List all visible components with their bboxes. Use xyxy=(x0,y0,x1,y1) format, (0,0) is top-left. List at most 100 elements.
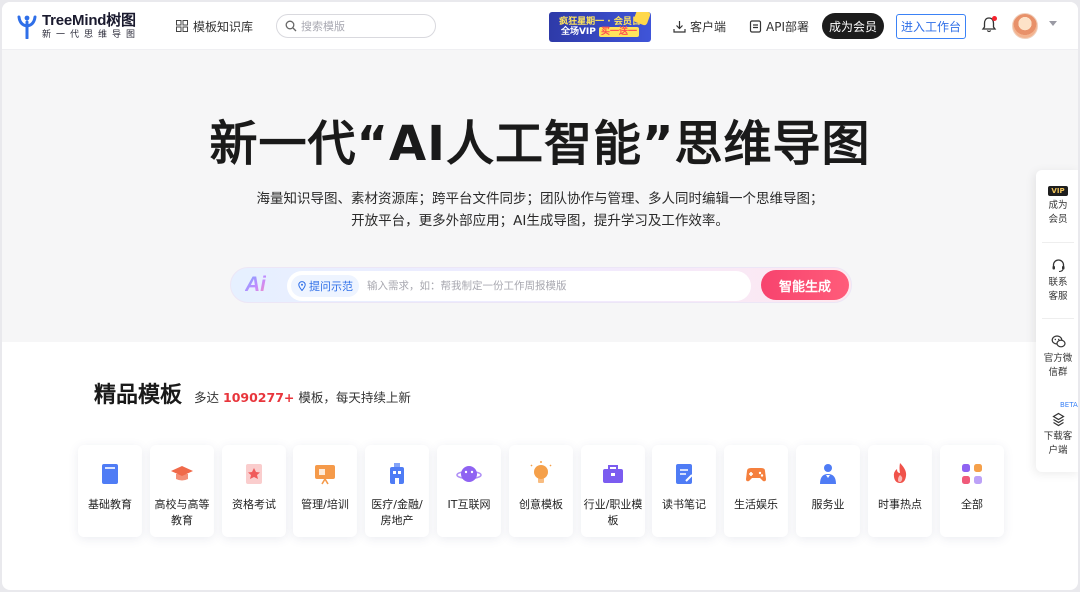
notification-dot xyxy=(992,16,997,21)
template-category-card[interactable]: 资格考试 xyxy=(222,445,286,537)
divider xyxy=(1042,318,1074,319)
promo-line2: 全场VIP 买一送一 xyxy=(560,27,640,37)
vip-badge: VIP xyxy=(1048,186,1068,196)
nav-template-library-label: 模板知识库 xyxy=(193,19,254,34)
template-category-card[interactable]: 高校与高等教育 xyxy=(150,445,214,537)
smart-generate-button[interactable]: 智能生成 xyxy=(761,270,849,300)
float-contact-support[interactable]: 联系客服 xyxy=(1036,258,1078,304)
beta-badge: BETA xyxy=(1060,401,1078,409)
template-category-card[interactable]: 管理/培训 xyxy=(293,445,357,537)
template-category-label: IT互联网 xyxy=(447,498,491,511)
template-category-label: 生活娱乐 xyxy=(734,498,778,511)
example-prompt-label: 提问示范 xyxy=(309,280,353,293)
graduation-cap-icon xyxy=(169,461,195,487)
promo-line2-a: 全场VIP xyxy=(560,27,596,37)
headset-icon xyxy=(1052,259,1064,273)
building-icon xyxy=(384,461,410,487)
api-icon xyxy=(749,19,762,33)
presentation-icon xyxy=(312,461,338,487)
template-category-card[interactable]: 行业/职业模板 xyxy=(581,445,645,537)
hero-title: 新一代“AI人工智能”思维导图 xyxy=(209,116,871,172)
example-prompt-chip[interactable]: 提问示范 xyxy=(291,275,359,297)
template-category-label: 管理/培训 xyxy=(301,498,349,511)
top-header: TreeMind树图 新一代思维导图 模板知识库 疯狂星期一 · 会员日 全 xyxy=(2,2,1078,50)
float-become-vip[interactable]: VIP 成为会员 xyxy=(1036,186,1078,227)
api-label: API部署 xyxy=(766,19,809,34)
notes-icon xyxy=(671,461,697,487)
promo-line1: 疯狂星期一 · 会员日 xyxy=(559,16,641,27)
template-category-card[interactable]: 生活娱乐 xyxy=(724,445,788,537)
float-become-vip-label: 成为会员 xyxy=(1048,200,1068,225)
client-download-link[interactable]: 客户端 xyxy=(673,17,726,35)
float-download-client-label: 下载客户端 xyxy=(1043,431,1073,456)
float-download-client[interactable]: 下载客户端 xyxy=(1036,412,1078,458)
template-category-card[interactable]: 医疗/金融/房地产 xyxy=(365,445,429,537)
briefcase-icon xyxy=(600,461,626,487)
fire-icon xyxy=(887,461,913,487)
promo-line2-b: 买一送一 xyxy=(599,27,640,37)
promo-banner[interactable]: 疯狂星期一 · 会员日 全场VIP 买一送一 xyxy=(549,12,651,42)
service-icon xyxy=(815,461,841,487)
templates-desc: 多达 1090277+ 模板，每天持续上新 xyxy=(194,387,411,406)
template-category-label: 创意模板 xyxy=(519,498,563,511)
template-category-label: 时事热点 xyxy=(878,498,922,511)
templates-desc-prefix: 多达 xyxy=(194,390,220,405)
template-category-card[interactable]: 全部 xyxy=(940,445,1004,537)
search-box[interactable] xyxy=(276,14,436,38)
client-label: 客户端 xyxy=(690,19,727,34)
wechat-icon xyxy=(1051,335,1066,348)
become-vip-button[interactable]: 成为会员 xyxy=(822,13,884,39)
treemind-logo-icon xyxy=(17,15,37,39)
ai-logo: Ai xyxy=(245,273,266,296)
app-download-icon xyxy=(1051,412,1065,427)
template-category-label: 读书笔记 xyxy=(662,498,706,511)
notification-bell[interactable] xyxy=(980,16,998,34)
certificate-icon xyxy=(241,461,267,487)
template-category-label: 行业/职业模板 xyxy=(583,498,643,527)
hero-section: 新一代“AI人工智能”思维导图 海量知识导图、素材资源库；跨平台文件同步；团队协… xyxy=(2,50,1078,342)
divider xyxy=(1042,242,1074,243)
float-contact-support-label: 联系客服 xyxy=(1048,277,1068,302)
hero-subtitle-line2: 开放平台，更多外部应用；AI生成导图，提升学习及工作效率。 xyxy=(351,213,729,229)
template-category-card[interactable]: 时事热点 xyxy=(868,445,932,537)
template-category-card[interactable]: 创意模板 xyxy=(509,445,573,537)
templates-title: 精品模板 xyxy=(94,383,183,408)
hero-subtitle: 海量知识导图、素材资源库；跨平台文件同步；团队协作与管理、多人同时编辑一个思维导… xyxy=(2,188,1078,232)
float-wechat-group[interactable]: 官方微信群 xyxy=(1036,334,1078,380)
template-categories: 基础教育 高校与高等教育 资格考试 管理/培训 医疗/金融/房地产 IT互联网 创意模板 行业… xyxy=(78,445,1008,537)
template-category-card[interactable]: IT互联网 xyxy=(437,445,501,537)
templates-count: 1090277+ xyxy=(223,390,295,405)
grid-icon xyxy=(176,20,188,32)
template-category-label: 高校与高等教育 xyxy=(154,498,210,527)
page-frame: TreeMind树图 新一代思维导图 模板知识库 疯狂星期一 · 会员日 全 xyxy=(2,2,1078,590)
user-avatar[interactable] xyxy=(1012,13,1038,39)
enter-workspace-button[interactable]: 进入工作台 xyxy=(896,14,966,39)
template-category-label: 基础教育 xyxy=(88,498,132,511)
download-icon xyxy=(673,20,686,33)
all-apps-icon xyxy=(959,461,985,487)
ai-input-wrap: 提问示范 xyxy=(287,271,751,301)
template-category-label: 资格考试 xyxy=(232,498,276,511)
gamepad-icon xyxy=(743,461,769,487)
hero-subtitle-line1: 海量知识导图、素材资源库；跨平台文件同步；团队协作与管理、多人同时编辑一个思维导… xyxy=(256,191,824,207)
template-category-card[interactable]: 读书笔记 xyxy=(652,445,716,537)
lightbulb-icon xyxy=(528,461,554,487)
template-category-label: 全部 xyxy=(961,498,983,511)
float-wechat-group-label: 官方微信群 xyxy=(1043,353,1073,378)
logo[interactable]: TreeMind树图 新一代思维导图 xyxy=(16,10,140,42)
api-deploy-link[interactable]: API部署 xyxy=(749,17,809,35)
template-category-label: 医疗/金融/房地产 xyxy=(371,498,423,527)
ai-prompt-input[interactable] xyxy=(367,280,747,292)
template-category-card[interactable]: 基础教育 xyxy=(78,445,142,537)
chevron-down-icon[interactable] xyxy=(1049,21,1057,26)
search-input[interactable] xyxy=(301,19,421,33)
template-category-card[interactable]: 服务业 xyxy=(796,445,860,537)
right-float-bar: VIP 成为会员 联系客服 官方微信群 BETA 下载客户端 xyxy=(1036,170,1078,472)
templates-desc-suffix: 模板，每天持续上新 xyxy=(298,390,411,405)
logo-name: TreeMind树图 xyxy=(42,11,136,29)
nav-template-library[interactable]: 模板知识库 xyxy=(176,17,253,35)
templates-heading: 精品模板 多达 1090277+ 模板，每天持续上新 xyxy=(94,377,411,409)
ai-generate-bar: Ai 提问示范 智能生成 xyxy=(230,267,852,303)
logo-slogan: 新一代思维导图 xyxy=(42,29,141,40)
search-icon xyxy=(285,20,297,32)
